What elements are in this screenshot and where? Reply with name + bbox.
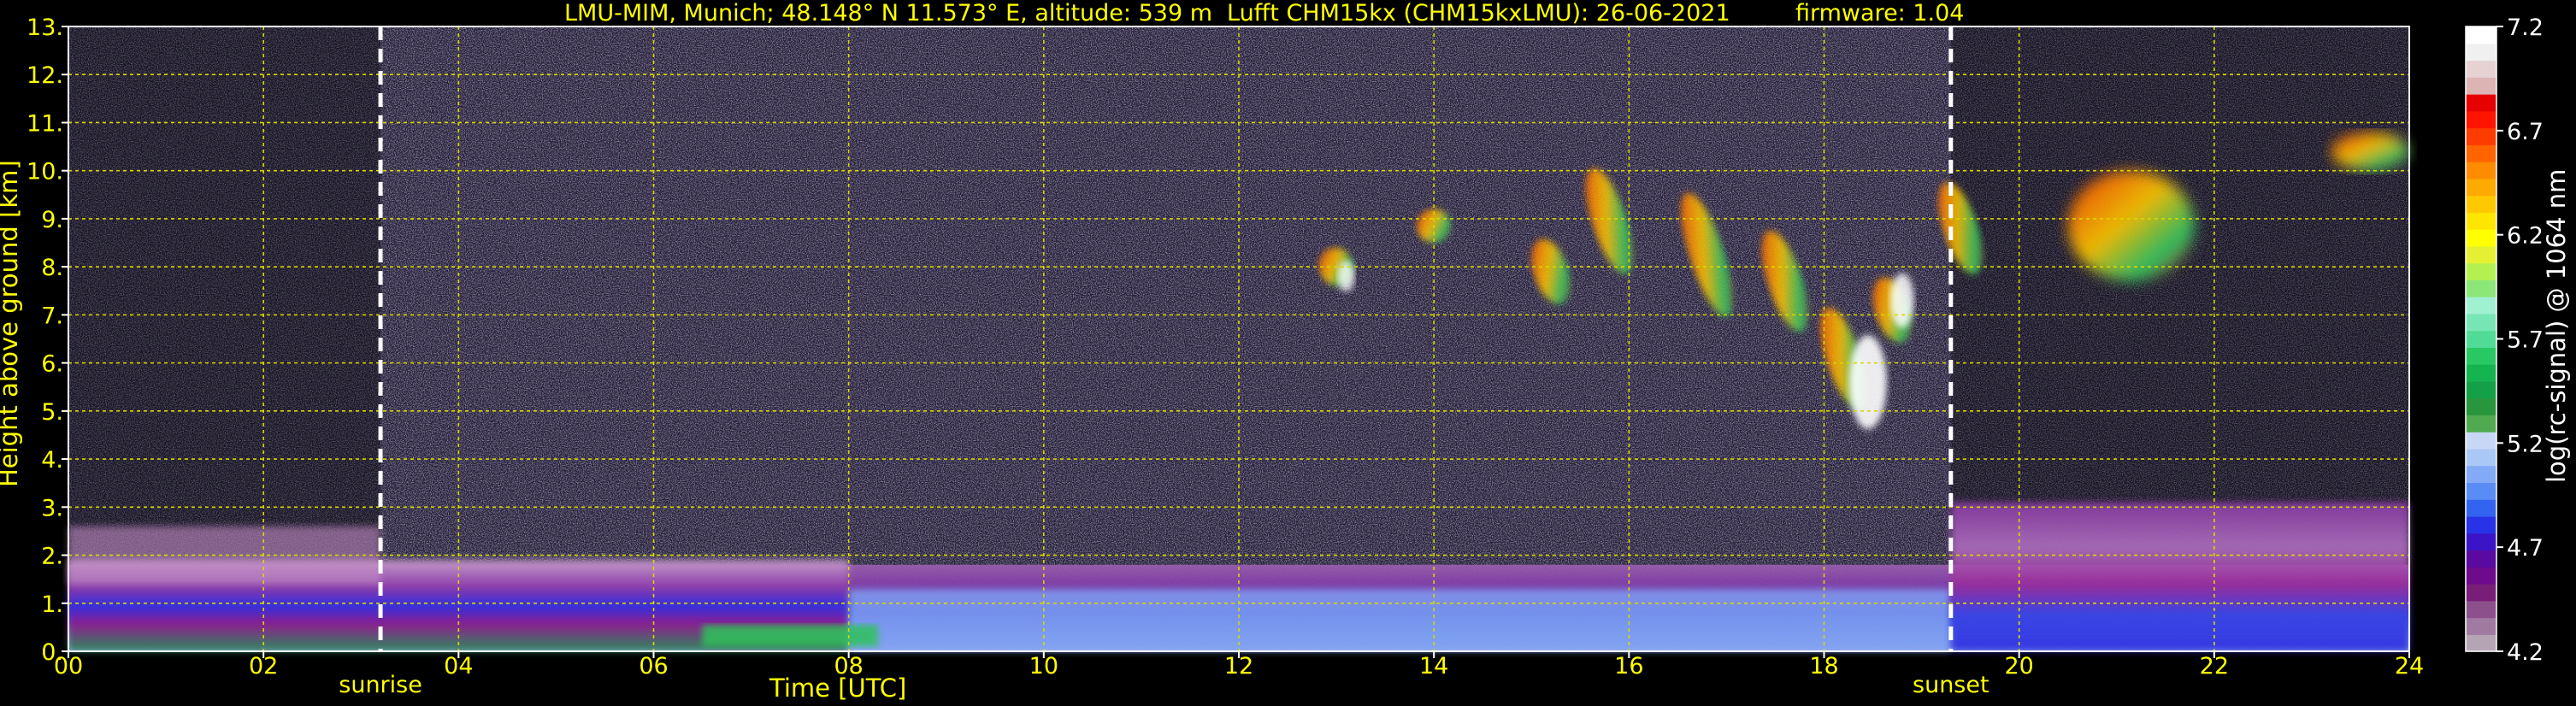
colorbar-segment bbox=[2466, 515, 2496, 534]
colorbar-segment bbox=[2466, 499, 2496, 517]
sunset-label: sunset bbox=[1913, 672, 1989, 698]
colorbar-tick-label: 4.2 bbox=[2507, 639, 2544, 666]
y-tick-label: 3. bbox=[41, 495, 63, 521]
colorbar: 7.2 6.7 6.2 5.7 5.2 4.7 4.2 bbox=[2465, 15, 2544, 666]
y-tick-label: 13. bbox=[27, 15, 63, 41]
colorbar-segment bbox=[2466, 110, 2496, 129]
feature-cirrus bbox=[2067, 170, 2196, 282]
colorbar-tick-label: 6.7 bbox=[2507, 119, 2544, 145]
feature-cirrus bbox=[2331, 132, 2409, 171]
feature-cirrus-core bbox=[1848, 335, 1887, 430]
x-tick-label: 18 bbox=[1809, 653, 1838, 680]
colorbar-segment bbox=[2466, 415, 2496, 432]
colorbar-segment bbox=[2466, 634, 2496, 652]
x-axis-label: Time [UTC] bbox=[769, 674, 906, 703]
x-tick-label: 00 bbox=[54, 653, 83, 680]
x-tick-label: 22 bbox=[2200, 653, 2229, 680]
y-tick-label: 4. bbox=[41, 447, 63, 474]
colorbar-segment bbox=[2466, 262, 2496, 280]
title-site: LMU-MIM, Munich; 48.148° N 11.573° E, al… bbox=[564, 0, 1212, 26]
colorbar-segment bbox=[2466, 482, 2496, 500]
y-tick-label: 8. bbox=[41, 255, 63, 281]
x-tick-label: 12 bbox=[1224, 653, 1253, 680]
colorbar-segment bbox=[2466, 313, 2496, 332]
y-tick-label: 7. bbox=[41, 303, 63, 329]
x-tick-label: 24 bbox=[2395, 653, 2424, 680]
colorbar-segment bbox=[2466, 297, 2496, 315]
y-tick-label: 12. bbox=[27, 62, 63, 89]
x-tick-label: 14 bbox=[1419, 653, 1448, 680]
colorbar-segment bbox=[2466, 532, 2496, 551]
colorbar-segment bbox=[2466, 567, 2496, 585]
y-tick-label: 6. bbox=[41, 351, 63, 378]
y-tick-label: 1. bbox=[41, 591, 63, 618]
x-tick-label: 02 bbox=[249, 653, 278, 680]
colorbar-tick-label: 5.7 bbox=[2507, 327, 2544, 354]
colorbar-segment bbox=[2466, 600, 2496, 619]
colorbar-segment bbox=[2466, 127, 2496, 145]
colorbar-segment bbox=[2466, 144, 2496, 162]
colorbar-segment bbox=[2466, 364, 2496, 382]
y-tick-label: 9. bbox=[41, 207, 63, 233]
sunrise-label: sunrise bbox=[339, 672, 422, 698]
colorbar-segment bbox=[2466, 178, 2496, 197]
title-instrument: Lufft CHM15kx (CHM15kxLMU): 26-06-2021 bbox=[1227, 0, 1730, 26]
title-firmware: firmware: 1.04 bbox=[1795, 0, 1964, 26]
colorbar-segment bbox=[2466, 26, 2496, 44]
colorbar-segment bbox=[2466, 212, 2496, 230]
colorbar-segment bbox=[2466, 347, 2496, 365]
colorbar-tick-label: 6.2 bbox=[2507, 223, 2544, 250]
colorbar-segment bbox=[2466, 245, 2496, 264]
x-tick-label: 20 bbox=[2004, 653, 2033, 680]
y-tick-label: 11. bbox=[27, 110, 63, 137]
colorbar-segment bbox=[2466, 330, 2496, 348]
y-axis-label: Height above ground [km] bbox=[0, 160, 23, 487]
colorbar-segment bbox=[2466, 94, 2496, 112]
y-tick-label: 10. bbox=[27, 159, 63, 185]
colorbar-segment bbox=[2466, 448, 2496, 467]
x-tick-label: 16 bbox=[1614, 653, 1643, 680]
colorbar-segment bbox=[2466, 583, 2496, 602]
colorbar-label: log(rc-signal) @ 1064 nm bbox=[2542, 169, 2571, 483]
colorbar-segment bbox=[2466, 617, 2496, 635]
colorbar-segment bbox=[2466, 195, 2496, 213]
colorbar-segment bbox=[2466, 60, 2496, 78]
colorbar-segment bbox=[2466, 279, 2496, 297]
feature-residual-layer bbox=[68, 526, 381, 585]
x-tick-label: 04 bbox=[444, 653, 473, 680]
colorbar-tick-label: 4.7 bbox=[2507, 535, 2544, 562]
colorbar-segment bbox=[2466, 229, 2496, 247]
colorbar-tick-label: 5.2 bbox=[2507, 431, 2544, 457]
feature-cirrus-core bbox=[1337, 261, 1355, 292]
y-tick-label: 2. bbox=[41, 544, 63, 570]
feature-green-band bbox=[702, 625, 878, 647]
x-tick-label: 06 bbox=[639, 653, 668, 680]
y-tick-label: 5. bbox=[41, 399, 63, 426]
colorbar-segment bbox=[2466, 397, 2496, 416]
colorbar-segment bbox=[2466, 43, 2496, 62]
feature-cirrus-core bbox=[1889, 273, 1914, 328]
plot-area bbox=[68, 26, 2409, 651]
colorbar-tick-label: 7.2 bbox=[2507, 15, 2544, 41]
feature-convective-layer bbox=[848, 588, 1951, 651]
colorbar-segment bbox=[2466, 380, 2496, 399]
ceilometer-chart: sunrise sunset0.1.2.3.4.5.6.7.8.9.10.11.1… bbox=[0, 0, 2571, 703]
x-tick-label: 10 bbox=[1029, 653, 1058, 680]
colorbar-segment bbox=[2466, 77, 2496, 95]
colorbar-segment bbox=[2466, 465, 2496, 484]
colorbar-segment bbox=[2466, 550, 2496, 568]
colorbar-segment bbox=[2466, 432, 2496, 450]
colorbar-segment bbox=[2466, 162, 2496, 179]
